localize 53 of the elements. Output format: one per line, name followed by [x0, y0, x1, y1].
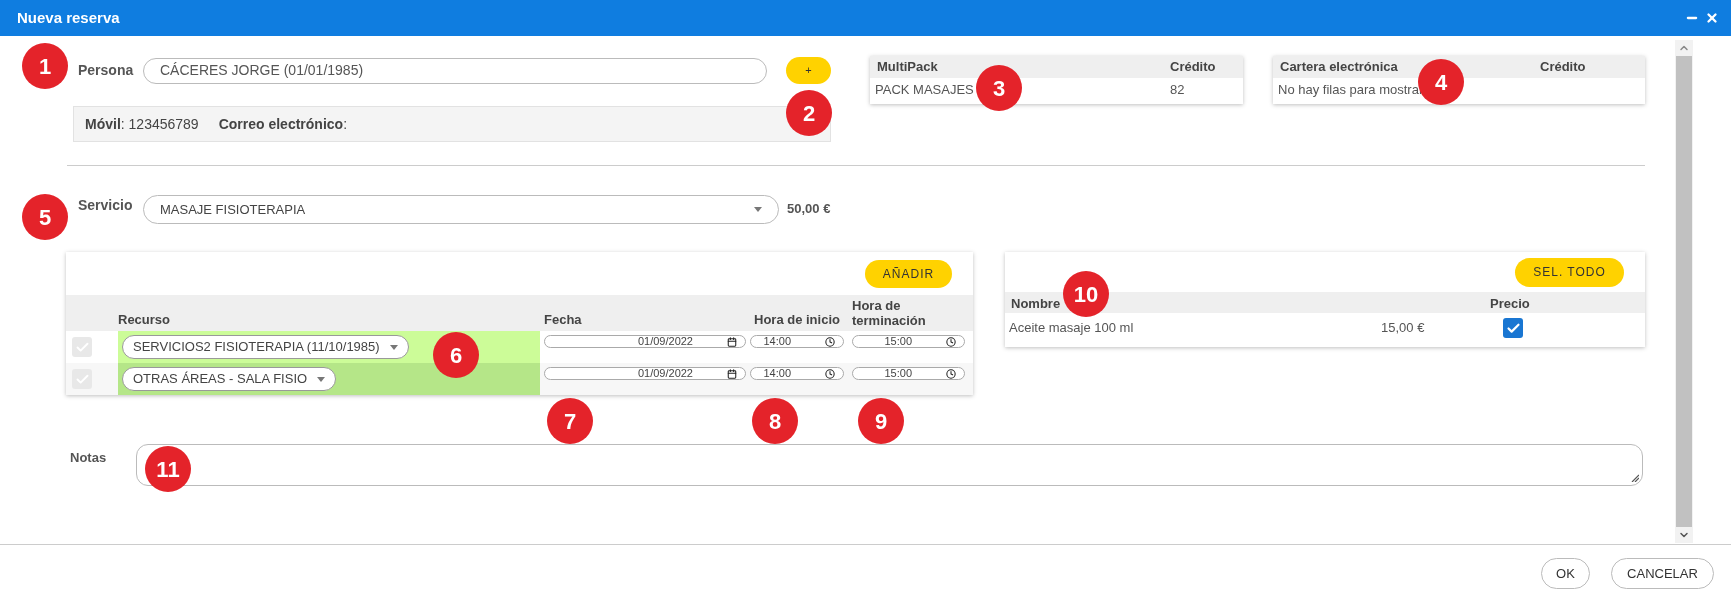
column-header: Crédito	[1540, 58, 1586, 77]
clock-icon	[946, 336, 956, 347]
column-header: Crédito	[1170, 58, 1217, 77]
clock-icon	[825, 368, 835, 379]
caret-icon	[754, 207, 762, 212]
select-all-button[interactable]: SEL. TODO	[1515, 257, 1624, 287]
service-label: Servicio	[78, 196, 134, 215]
column-header: MultiPack	[877, 58, 939, 77]
table-cell-text: 82	[1170, 80, 1186, 99]
table-cell: PACK MASAJES	[875, 81, 974, 97]
calendar-icon	[727, 368, 737, 379]
resource-select[interactable]: OTRAS ÁREAS - SALA FISIO	[122, 367, 337, 391]
column-header: Precio	[1490, 294, 1530, 313]
date-field[interactable]: 01/09/2022	[544, 335, 746, 348]
time-field[interactable]: 14:00	[750, 335, 844, 348]
window-title: Nueva reserva	[17, 7, 121, 28]
date-field[interactable]: 01/09/2022	[544, 367, 746, 380]
callout-badge: 7	[547, 398, 593, 444]
callout-badge: 9	[858, 398, 904, 444]
caret-icon	[389, 344, 398, 350]
column-header: Hora de terminación	[852, 298, 927, 328]
callout-badge: 11	[145, 446, 191, 492]
calendar-icon	[727, 336, 737, 347]
callout-badge: 1	[22, 43, 68, 89]
contact-info: Correo electrónico:	[218, 114, 347, 134]
callout-badge: 8	[752, 398, 798, 444]
caret-icon	[317, 376, 326, 382]
notes-field[interactable]	[136, 444, 1643, 486]
column-header: Recurso	[118, 310, 172, 327]
callout-badge: 2	[786, 90, 832, 136]
scrollbar[interactable]	[1675, 40, 1693, 543]
service-price: 50,00 €	[787, 200, 831, 218]
table-cell-text: 15,00 €	[1381, 319, 1426, 338]
checkbox[interactable]	[1503, 318, 1523, 338]
table-cell-text: Aceite masaje 100 ml	[1009, 319, 1135, 338]
clock-icon	[946, 368, 956, 379]
callout-badge: 5	[22, 194, 68, 240]
add-button[interactable]: AÑADIR	[865, 259, 952, 288]
column-header: Cartera electrónica	[1280, 58, 1399, 77]
close-icon[interactable]	[1705, 11, 1719, 25]
contact-info: Móvil: 123456789	[85, 114, 199, 134]
time-field[interactable]: 15:00	[852, 367, 965, 380]
column-header: Hora de inicio	[753, 310, 841, 327]
clock-icon	[825, 336, 835, 347]
add-button[interactable]: +	[786, 57, 831, 84]
column-header: Nombre	[1011, 295, 1061, 311]
time-field[interactable]: 14:00	[750, 367, 844, 380]
column-header: Fecha	[543, 310, 583, 327]
resize-handle-icon[interactable]	[1631, 474, 1639, 482]
time-field[interactable]: 15:00	[852, 335, 965, 348]
resource-select[interactable]: SERVICIOS2 FISIOTERAPIA (11/10/1985)	[122, 335, 409, 359]
notes-label: Notas	[70, 449, 108, 467]
persona-label: Persona	[78, 61, 135, 80]
